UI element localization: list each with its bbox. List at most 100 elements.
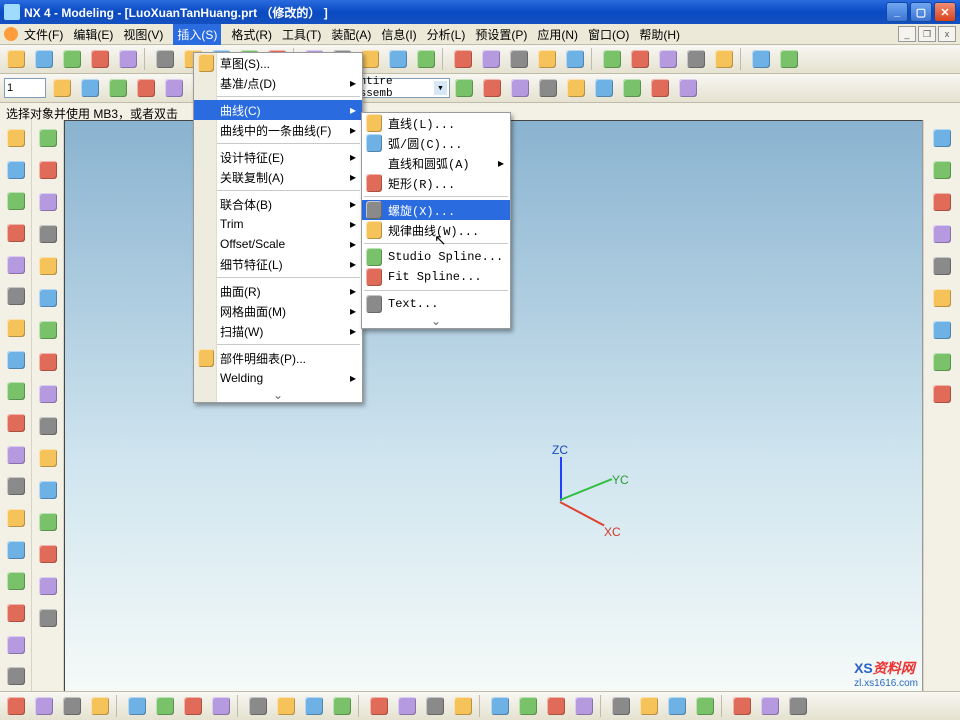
curve-tool-button[interactable]: [2, 314, 30, 342]
curve-tool-button[interactable]: [2, 282, 30, 310]
view-toolbar-button[interactable]: [692, 693, 718, 719]
toolbar-button[interactable]: [562, 46, 588, 72]
menu-item[interactable]: 螺旋(X)...: [362, 200, 510, 220]
view-toolbar-button[interactable]: [543, 693, 569, 719]
resource-bar-button[interactable]: [928, 380, 956, 408]
toolbar-button[interactable]: [506, 46, 532, 72]
toolbar-button[interactable]: [535, 75, 561, 101]
toolbar-button[interactable]: [479, 75, 505, 101]
menu-item[interactable]: Text...: [362, 294, 510, 314]
view-toolbar-button[interactable]: [124, 693, 150, 719]
menu-item[interactable]: 设计特征(E)▸: [194, 147, 362, 167]
feature-tool-button[interactable]: [34, 476, 62, 504]
menu-overflow-chevron-icon[interactable]: ⌄: [194, 388, 362, 402]
menu-item[interactable]: 直线(L)...: [362, 113, 510, 133]
menu-item[interactable]: 草图(S)...: [194, 53, 362, 73]
menu-item[interactable]: 扫描(W)▸: [194, 321, 362, 341]
toolbar-button[interactable]: [655, 46, 681, 72]
feature-tool-button[interactable]: [34, 316, 62, 344]
feature-tool-button[interactable]: [34, 156, 62, 184]
toolbar-button[interactable]: [675, 75, 701, 101]
toolbar-button[interactable]: [478, 46, 504, 72]
resource-bar-button[interactable]: [928, 316, 956, 344]
curve-tool-button[interactable]: [2, 187, 30, 215]
mdi-close-button[interactable]: x: [938, 26, 956, 42]
menu-item[interactable]: 装配(A): [331, 26, 371, 43]
curve-tool-button[interactable]: [2, 441, 30, 469]
curve-tool-button[interactable]: [2, 599, 30, 627]
maximize-button[interactable]: ▢: [910, 2, 932, 22]
close-button[interactable]: ✕: [934, 2, 956, 22]
curve-tool-button[interactable]: [2, 409, 30, 437]
menu-item[interactable]: Trim▸: [194, 214, 362, 234]
menu-item[interactable]: 弧/圆(C)...: [362, 133, 510, 153]
feature-tool-button[interactable]: [34, 508, 62, 536]
menu-item[interactable]: 分析(L): [427, 26, 466, 43]
minimize-button[interactable]: _: [886, 2, 908, 22]
menu-item[interactable]: 信息(I): [381, 26, 416, 43]
filter-scope-dropdown[interactable]: Entire Assemb▾: [350, 78, 450, 98]
menu-item[interactable]: 曲线中的一条曲线(F)▸: [194, 120, 362, 140]
toolbar-button[interactable]: [87, 46, 113, 72]
view-toolbar-button[interactable]: [515, 693, 541, 719]
toolbar-button[interactable]: [591, 75, 617, 101]
curve-tool-button[interactable]: [2, 472, 30, 500]
resource-bar-button[interactable]: [928, 124, 956, 152]
curve-tool-button[interactable]: [2, 631, 30, 659]
feature-tool-button[interactable]: [34, 188, 62, 216]
toolbar-button[interactable]: [563, 75, 589, 101]
toolbar-button[interactable]: [776, 46, 802, 72]
toolbar-button[interactable]: [647, 75, 673, 101]
feature-tool-button[interactable]: [34, 124, 62, 152]
toolbar-button[interactable]: [105, 75, 131, 101]
view-toolbar-button[interactable]: [664, 693, 690, 719]
view-toolbar-button[interactable]: [87, 693, 113, 719]
menu-item[interactable]: 视图(V): [123, 26, 163, 43]
feature-tool-button[interactable]: [34, 252, 62, 280]
toolbar-button[interactable]: [711, 46, 737, 72]
feature-tool-button[interactable]: [34, 348, 62, 376]
toolbar-button[interactable]: [413, 46, 439, 72]
view-toolbar-button[interactable]: [152, 693, 178, 719]
menu-item[interactable]: 曲线(C)▸: [194, 100, 362, 120]
curve-tool-button[interactable]: [2, 346, 30, 374]
curve-tool-button[interactable]: [2, 567, 30, 595]
toolbar-button[interactable]: [49, 75, 75, 101]
resource-bar-button[interactable]: [928, 348, 956, 376]
resource-bar-button[interactable]: [928, 188, 956, 216]
toolbar-button[interactable]: [534, 46, 560, 72]
mdi-restore-button[interactable]: ❐: [918, 26, 936, 42]
toolbar-button[interactable]: [161, 75, 187, 101]
curve-tool-button[interactable]: [2, 156, 30, 184]
view-toolbar-button[interactable]: [208, 693, 234, 719]
submenu-overflow-chevron-icon[interactable]: ⌄: [362, 314, 510, 328]
feature-tool-button[interactable]: [34, 220, 62, 248]
curve-tool-button[interactable]: [2, 377, 30, 405]
menu-item[interactable]: 基准/点(D)▸: [194, 73, 362, 93]
menu-item[interactable]: 矩形(R)...: [362, 173, 510, 193]
view-toolbar-button[interactable]: [366, 693, 392, 719]
menu-item[interactable]: 规律曲线(W)...: [362, 220, 510, 240]
toolbar-button[interactable]: [3, 46, 29, 72]
menu-item[interactable]: 关联复制(A)▸: [194, 167, 362, 187]
toolbar-button[interactable]: [627, 46, 653, 72]
menu-item[interactable]: 插入(S): [173, 24, 221, 45]
menu-item[interactable]: 曲面(R)▸: [194, 281, 362, 301]
toolbar-button[interactable]: [451, 75, 477, 101]
mdi-minimize-button[interactable]: _: [898, 26, 916, 42]
view-toolbar-button[interactable]: [785, 693, 811, 719]
view-toolbar-button[interactable]: [636, 693, 662, 719]
feature-tool-button[interactable]: [34, 572, 62, 600]
menu-item[interactable]: Welding▸: [194, 368, 362, 388]
view-toolbar-button[interactable]: [301, 693, 327, 719]
toolbar-button[interactable]: [59, 46, 85, 72]
toolbar-button[interactable]: [599, 46, 625, 72]
toolbar-button[interactable]: [133, 75, 159, 101]
view-toolbar-button[interactable]: [608, 693, 634, 719]
menu-item[interactable]: Fit Spline...: [362, 267, 510, 287]
feature-tool-button[interactable]: [34, 444, 62, 472]
menu-item[interactable]: 预设置(P): [475, 26, 527, 43]
menu-item[interactable]: 编辑(E): [73, 26, 113, 43]
curve-tool-button[interactable]: [2, 124, 30, 152]
menu-item[interactable]: 工具(T): [282, 26, 321, 43]
